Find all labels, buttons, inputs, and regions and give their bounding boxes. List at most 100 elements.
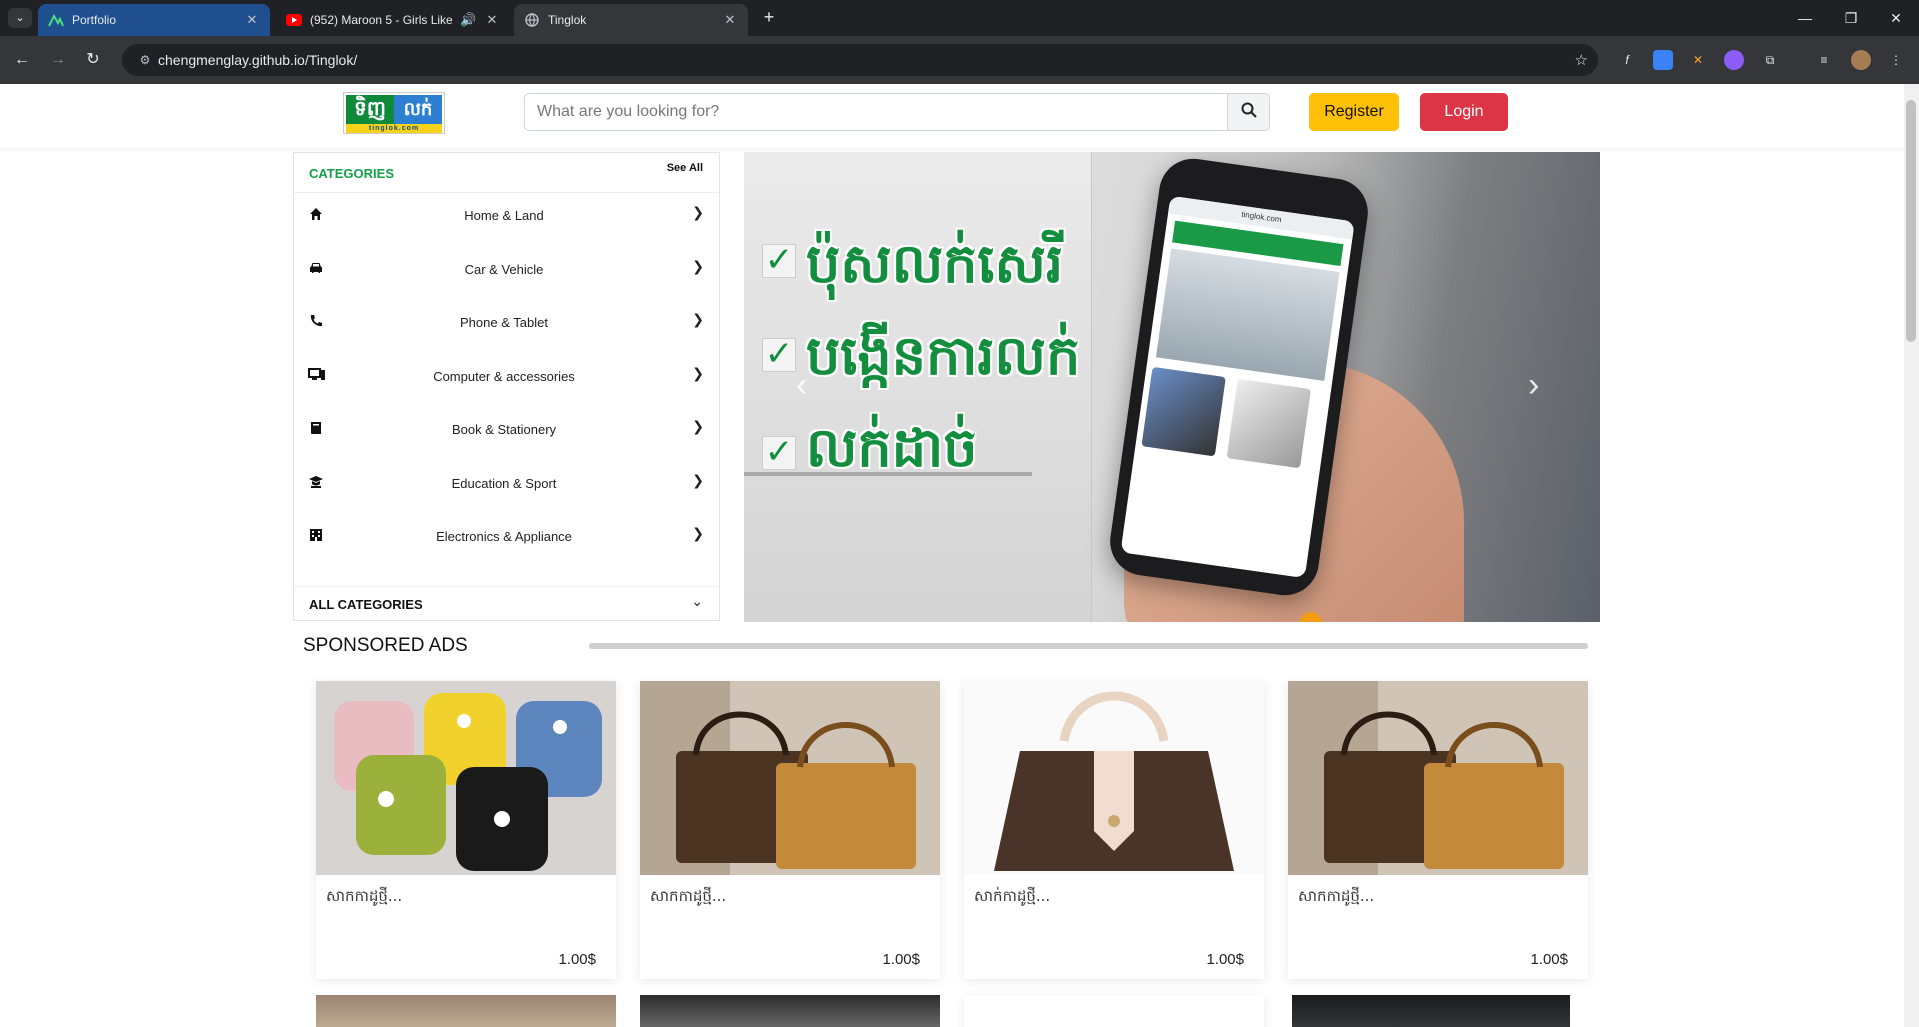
browser-toolbar: ← → ↻ ⚙ chengmenglay.github.io/Tinglok/ … <box>0 36 1919 84</box>
category-label: Electronics & Appliance <box>436 529 572 544</box>
check-icon: ✓ <box>762 435 796 470</box>
product-name: សាកកាដូថ្មី... <box>650 887 727 905</box>
menu-kebab-icon[interactable]: ⋮ <box>1886 50 1906 70</box>
category-book-stationery[interactable]: Book & Stationery ❯ <box>294 408 719 462</box>
hero-carousel: ✓ ប៉ុសលក់សេរី ✓ បង្កើនការលក់ ✓ លក់ដាច់ t… <box>744 152 1600 622</box>
site-info-icon[interactable]: ⚙ <box>132 53 158 67</box>
banner-line-1: ប៉ុសលក់សេរី <box>806 232 1064 295</box>
chevron-down-icon: ⌄ <box>691 593 703 609</box>
audio-icon[interactable]: 🔊 <box>460 12 476 28</box>
category-label: Book & Stationery <box>451 422 557 437</box>
close-window-button[interactable]: ✕ <box>1873 0 1919 36</box>
category-label: Education & Sport <box>451 476 557 491</box>
new-tab-button[interactable]: + <box>758 6 780 28</box>
tab-title: (952) Maroon 5 - Girls Like <box>310 13 453 27</box>
product-card-partial[interactable] <box>964 995 1264 1027</box>
product-price: 1.00$ <box>1206 951 1244 968</box>
youtube-icon <box>286 12 302 28</box>
site-logo[interactable]: ទិញ លក់ tinglok.com <box>343 92 445 134</box>
close-tab-icon[interactable]: ✕ <box>722 12 738 28</box>
tab-title: Portfolio <box>72 13 117 27</box>
carousel-next-icon[interactable]: › <box>1528 366 1539 405</box>
tab-tinglok[interactable]: Tinglok ✕ <box>514 4 748 36</box>
login-button[interactable]: Login <box>1420 93 1508 131</box>
product-image <box>316 681 616 875</box>
product-card[interactable]: សាកកាដូថ្មី... 1.00$ <box>1288 681 1588 979</box>
extension-orb-icon[interactable] <box>1724 50 1744 70</box>
category-home-land[interactable]: Home & Land ❯ <box>294 194 719 248</box>
logo-text-right: លក់ <box>394 95 442 124</box>
category-electronics-appliance[interactable]: Electronics & Appliance ❯ <box>294 515 719 569</box>
extension-docs-icon[interactable] <box>1653 50 1673 70</box>
computer-icon <box>308 367 325 383</box>
chevron-right-icon: ❯ <box>692 311 704 327</box>
categories-header: CATEGORIES See All <box>294 153 719 193</box>
product-card[interactable]: សាក់កាដូថ្មី... 1.00$ <box>964 681 1264 979</box>
close-tab-icon[interactable]: ✕ <box>244 12 260 28</box>
product-card-partial[interactable] <box>316 995 616 1027</box>
browser-window: ⌄ Portfolio ✕ (952) Maroon 5 - Girls Lik… <box>0 0 1919 1027</box>
product-price: 1.00$ <box>1530 951 1568 968</box>
category-label: Phone & Tablet <box>460 315 548 330</box>
product-card[interactable]: សាកកាដូថ្មី... 1.00$ <box>640 681 940 979</box>
category-computer-accessories[interactable]: Computer & accessories ❯ <box>294 355 719 409</box>
extensions-puzzle-icon[interactable]: ⧉ <box>1760 50 1780 70</box>
car-icon <box>308 260 324 276</box>
logo-domain: tinglok.com <box>346 124 442 133</box>
see-all-link[interactable]: See All <box>667 162 703 174</box>
product-card-partial[interactable] <box>1292 995 1570 1027</box>
search-form <box>524 93 1270 131</box>
media-control-icon[interactable]: ≡ <box>1814 50 1834 70</box>
category-car-vehicle[interactable]: Car & Vehicle ❯ <box>294 248 719 302</box>
restore-button[interactable]: ❐ <box>1828 0 1874 36</box>
portfolio-logo-icon <box>48 12 64 28</box>
profile-avatar[interactable] <box>1851 50 1871 70</box>
globe-icon <box>524 12 540 28</box>
product-image <box>964 681 1264 875</box>
chevron-right-icon: ❯ <box>692 472 704 488</box>
register-button[interactable]: Register <box>1309 93 1399 131</box>
tab-search-button[interactable]: ⌄ <box>8 8 32 28</box>
address-bar[interactable]: ⚙ chengmenglay.github.io/Tinglok/ ☆ <box>122 44 1598 76</box>
all-categories-toggle[interactable]: ALL CATEGORIES ⌄ <box>294 586 719 620</box>
product-name: សាកកាដូថ្មី... <box>1298 887 1375 905</box>
banner-line-3: លក់ដាច់ <box>806 416 978 479</box>
tab-youtube[interactable]: (952) Maroon 5 - Girls Like 🔊 ✕ <box>276 4 510 36</box>
chevron-right-icon: ❯ <box>692 258 704 274</box>
phone-icon <box>308 313 324 329</box>
search-button[interactable] <box>1227 94 1269 130</box>
home-icon <box>308 206 324 222</box>
phone-product <box>1226 378 1312 469</box>
search-icon <box>1241 102 1257 123</box>
minimize-button[interactable]: — <box>1782 0 1828 36</box>
url-text: chengmenglay.github.io/Tinglok/ <box>158 52 358 68</box>
search-input[interactable] <box>525 94 1227 130</box>
carousel-prev-icon[interactable]: ‹ <box>796 366 807 405</box>
check-icon: ✓ <box>762 243 796 278</box>
sponsored-divider <box>589 643 1588 649</box>
product-name: សាក់កាដូថ្មី... <box>974 887 1051 905</box>
bookmark-star-icon[interactable]: ☆ <box>1575 51 1588 69</box>
close-tab-icon[interactable]: ✕ <box>484 12 500 28</box>
category-phone-tablet[interactable]: Phone & Tablet ❯ <box>294 301 719 355</box>
banner-line-2: បង្កើនការលក់ <box>806 324 1081 387</box>
back-icon[interactable]: ← <box>11 49 33 71</box>
book-icon <box>308 420 324 436</box>
product-name: សាកកាដូថ្មី... <box>326 887 403 905</box>
product-card[interactable]: សាកកាដូថ្មី... 1.00$ <box>316 681 616 979</box>
check-icon: ✓ <box>762 337 796 372</box>
building-icon <box>308 527 324 543</box>
category-education-sport[interactable]: Education & Sport ❯ <box>294 462 719 516</box>
forward-icon[interactable]: → <box>47 49 69 71</box>
extension-x-icon[interactable]: ✕ <box>1688 50 1708 70</box>
extension-fx-icon[interactable]: f <box>1617 50 1637 70</box>
categories-panel: CATEGORIES See All Home & Land ❯ Car & V… <box>293 152 720 621</box>
product-card-partial[interactable] <box>640 995 940 1027</box>
product-image <box>1288 681 1588 875</box>
phone-product <box>1141 366 1226 457</box>
logo-text-left: ទិញ <box>346 95 394 124</box>
reload-icon[interactable]: ↻ <box>82 49 104 71</box>
scrollbar-thumb[interactable] <box>1906 100 1916 342</box>
graduation-icon <box>308 474 324 490</box>
tab-portfolio[interactable]: Portfolio ✕ <box>38 4 270 36</box>
